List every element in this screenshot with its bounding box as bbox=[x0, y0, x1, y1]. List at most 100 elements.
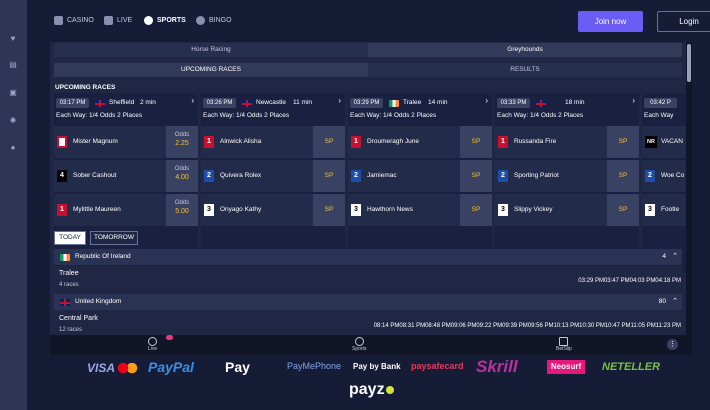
race-cards: 03:17 PM Sheffield 2 min › Each Way: 1/4… bbox=[54, 93, 686, 273]
runner-row[interactable]: 1 Alnwick Alisha SP bbox=[201, 126, 345, 158]
runner-row[interactable]: 3 Footle bbox=[642, 194, 686, 226]
sp-button[interactable]: SP bbox=[460, 194, 492, 226]
payz-dot-icon bbox=[385, 386, 394, 394]
race-card[interactable]: 03:29 PM Tralee 14 min › Each Way: 1/4 O… bbox=[348, 93, 492, 273]
odds-button[interactable]: Odds 5.00 bbox=[166, 194, 198, 226]
each-way-terms: Each Way: 1/4 Odds 2 Places bbox=[203, 112, 290, 119]
live-icon bbox=[148, 337, 158, 346]
runner-row[interactable]: 1 Russanda Fire SP bbox=[495, 126, 639, 158]
sport-toggle: Horse Racing Greyhounds bbox=[54, 43, 682, 57]
race-card[interactable]: 03:42 P Each Way NR VACAN 2 Woe Co 3 Foo… bbox=[642, 93, 686, 273]
race-header[interactable]: 03:42 P Each Way bbox=[642, 93, 686, 124]
chevron-right-icon[interactable]: › bbox=[338, 96, 341, 105]
race-header[interactable]: 03:26 PM Newcastle 11 min › Each Way: 1/… bbox=[201, 93, 345, 124]
trap-number: 3 bbox=[498, 204, 508, 216]
race-card[interactable]: 03:17 PM Sheffield 2 min › Each Way: 1/4… bbox=[54, 93, 198, 273]
runner-row[interactable]: 2 Sporting Patriot SP bbox=[495, 160, 639, 192]
chevron-up-icon[interactable]: ⌃ bbox=[672, 252, 678, 260]
trap-number: 1 bbox=[57, 204, 67, 216]
runner-row[interactable]: NR VACAN bbox=[642, 126, 686, 158]
bottom-live[interactable]: Live bbox=[148, 337, 157, 352]
bottom-betslip[interactable]: BetSlip bbox=[556, 337, 572, 352]
sp-button[interactable]: SP bbox=[313, 194, 345, 226]
nav-live[interactable]: LIVE bbox=[104, 16, 132, 25]
scrollbar[interactable] bbox=[686, 42, 692, 355]
settings-icon[interactable]: ✺ bbox=[7, 116, 19, 126]
runner-row[interactable]: 3 Hawthorn News SP bbox=[348, 194, 492, 226]
scrollbar-thumb[interactable] bbox=[687, 44, 691, 82]
runner-row[interactable]: 2 Quivera Rolex SP bbox=[201, 160, 345, 192]
runner-row[interactable]: Mister Magnum Odds 2.25 bbox=[54, 126, 198, 158]
race-times[interactable]: 03:29 PM03:47 PM04:03 PM04:18 PM bbox=[578, 278, 681, 284]
odds-button[interactable]: Odds 2.25 bbox=[166, 126, 198, 158]
login-button[interactable]: Login bbox=[657, 11, 710, 32]
more-options-button[interactable]: ⋮ bbox=[667, 339, 678, 350]
paymephone-logo: PayMePhone bbox=[287, 361, 342, 371]
runner-name: VACAN bbox=[661, 138, 683, 145]
chevron-right-icon[interactable]: › bbox=[191, 96, 194, 105]
gift-icon[interactable]: ▣ bbox=[7, 88, 19, 98]
chevron-right-icon[interactable]: › bbox=[632, 96, 635, 105]
heart-icon[interactable]: ♥ bbox=[7, 34, 19, 44]
nav-bingo[interactable]: BINGO bbox=[196, 16, 232, 25]
odds-value: 5.00 bbox=[175, 208, 189, 215]
race-times[interactable]: 08:14 PM08:31 PM08:48 PM09:06 PM09:22 PM… bbox=[374, 323, 681, 329]
join-now-button[interactable]: Join now bbox=[578, 11, 643, 32]
tab-upcoming-races[interactable]: UPCOMING RACES bbox=[54, 63, 368, 77]
sp-button[interactable]: SP bbox=[313, 160, 345, 192]
sp-button[interactable]: SP bbox=[607, 194, 639, 226]
race-header[interactable]: 03:29 PM Tralee 14 min › Each Way: 1/4 O… bbox=[348, 93, 492, 124]
sp-button[interactable]: SP bbox=[460, 160, 492, 192]
tab-today[interactable]: TODAY bbox=[54, 231, 86, 245]
runner-row[interactable]: 3 Slippy Vickey SP bbox=[495, 194, 639, 226]
sp-button[interactable]: SP bbox=[607, 160, 639, 192]
runner-row[interactable]: 4 Sober Cashout Odds 4.00 bbox=[54, 160, 198, 192]
sp-button[interactable]: SP bbox=[460, 126, 492, 158]
tab-results[interactable]: RESULTS bbox=[368, 63, 682, 77]
race-header[interactable]: 03:17 PM Sheffield 2 min › Each Way: 1/4… bbox=[54, 93, 198, 124]
race-minutes: 11 min bbox=[293, 99, 313, 106]
bottom-sports[interactable]: Sports bbox=[352, 337, 366, 352]
runner-row[interactable]: 2 Jamiemac SP bbox=[348, 160, 492, 192]
runner-row[interactable]: 1 Mylittle Maureen Odds 5.00 bbox=[54, 194, 198, 226]
uk-flag-icon bbox=[242, 100, 252, 107]
ireland-flag-icon bbox=[389, 100, 399, 107]
runner-row[interactable]: 1 Droumeragh June SP bbox=[348, 126, 492, 158]
chevron-right-icon[interactable]: › bbox=[485, 96, 488, 105]
runner-name: Woe Co bbox=[661, 172, 685, 179]
race-header[interactable]: 03:33 PM 18 min › Each Way: 1/4 Odds 2 P… bbox=[495, 93, 639, 124]
country-header-uk[interactable]: United Kingdom 80 ⌃ bbox=[54, 294, 682, 310]
sp-label: SP bbox=[324, 138, 334, 145]
nav-sports[interactable]: SPORTS bbox=[144, 16, 186, 25]
nav-sports-label: SPORTS bbox=[157, 17, 186, 24]
meeting-row[interactable]: Central Park 12 races 08:14 PM08:31 PM08… bbox=[54, 311, 682, 338]
race-card[interactable]: 03:26 PM Newcastle 11 min › Each Way: 1/… bbox=[201, 93, 345, 273]
runner-row[interactable]: 3 Onyago Kathy SP bbox=[201, 194, 345, 226]
race-venue: Newcastle bbox=[256, 99, 286, 106]
runner-name: Russanda Fire bbox=[514, 138, 557, 145]
each-way-terms: Each Way: 1/4 Odds 2 Places bbox=[497, 112, 584, 119]
country-header-ireland[interactable]: Republic Of Ireland 4 ⌃ bbox=[54, 249, 682, 265]
trap-number: 1 bbox=[351, 136, 361, 148]
race-time: 03:17 PM bbox=[56, 98, 89, 108]
stopwatch-icon bbox=[354, 337, 364, 346]
nav-casino[interactable]: CASINO bbox=[54, 16, 94, 25]
store-icon[interactable]: ▤ bbox=[7, 60, 19, 70]
runner-row[interactable]: 2 Woe Co bbox=[642, 160, 686, 192]
uk-flag-icon bbox=[536, 100, 546, 107]
country-name: Republic Of Ireland bbox=[75, 253, 131, 260]
tab-tomorrow[interactable]: TOMORROW bbox=[90, 231, 138, 245]
sp-label: SP bbox=[618, 172, 628, 179]
race-card[interactable]: 03:33 PM 18 min › Each Way: 1/4 Odds 2 P… bbox=[495, 93, 639, 273]
tab-horse-racing[interactable]: Horse Racing bbox=[54, 43, 368, 57]
sp-label: SP bbox=[471, 138, 481, 145]
chat-icon[interactable]: ● bbox=[7, 143, 19, 153]
football-icon bbox=[144, 16, 153, 25]
each-way-terms: Each Way: 1/4 Odds 2 Places bbox=[350, 112, 437, 119]
odds-button[interactable]: Odds 4.00 bbox=[166, 160, 198, 192]
chevron-up-icon[interactable]: ⌃ bbox=[672, 297, 678, 305]
sp-button[interactable]: SP bbox=[607, 126, 639, 158]
sp-button[interactable]: SP bbox=[313, 126, 345, 158]
meeting-row[interactable]: Tralee 4 races 03:29 PM03:47 PM04:03 PM0… bbox=[54, 266, 682, 293]
tab-greyhounds[interactable]: Greyhounds bbox=[368, 43, 682, 57]
